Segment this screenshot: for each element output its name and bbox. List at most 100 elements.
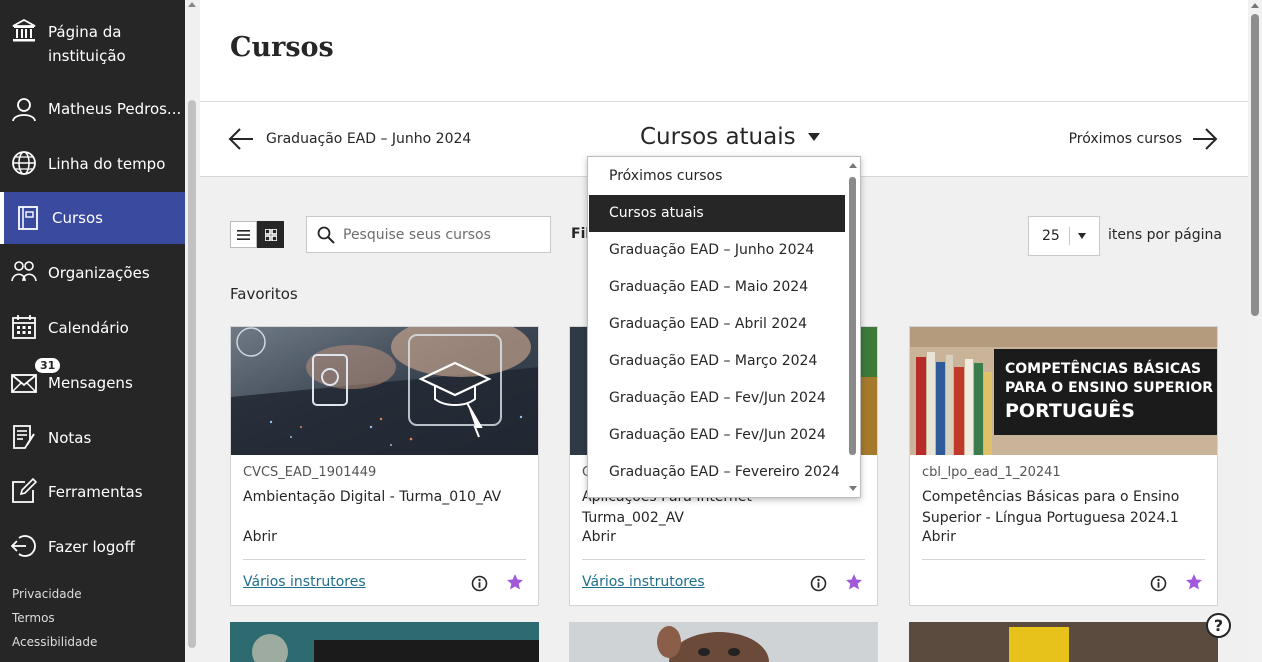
courses-icon — [15, 205, 41, 231]
accessibility-link[interactable]: Acessibilidade — [12, 633, 97, 657]
sidebar-item-messages[interactable]: 31 Mensagens — [0, 355, 185, 410]
dropdown-option[interactable]: Próximos cursos — [589, 158, 845, 195]
scroll-up-arrow-icon[interactable] — [1251, 3, 1259, 8]
course-card[interactable] — [569, 622, 878, 662]
info-icon[interactable] — [1150, 575, 1167, 592]
favorite-star-icon[interactable] — [506, 573, 524, 591]
dropdown-option[interactable]: Graduação EAD – Junho 2024 — [589, 232, 845, 269]
sidebar-item-label: Notas — [48, 429, 92, 447]
sidebar-footer: Privacidade Termos Acessibilidade — [12, 585, 97, 657]
course-card[interactable] — [230, 622, 539, 662]
previous-term-label: Graduação EAD – Junho 2024 — [266, 131, 472, 147]
sidebar-item-label: Ferramentas — [48, 483, 143, 501]
next-term-button[interactable]: Próximos cursos — [1069, 126, 1218, 152]
dropdown-option[interactable]: Graduação EAD – Março 2024 — [589, 343, 845, 380]
scrollbar-thumb[interactable] — [188, 100, 196, 648]
sidebar-item-courses[interactable]: Cursos — [0, 192, 185, 244]
dropdown-option[interactable]: Graduação EAD – Maio 2024 — [589, 269, 845, 306]
instructors-link[interactable]: Vários instrutores — [243, 574, 366, 590]
caret-down-icon — [1078, 233, 1086, 239]
dropdown-option[interactable]: Graduação EAD – Fev/Jun 2024 — [589, 380, 845, 417]
sidebar-item-timeline[interactable]: Linha do tempo — [0, 136, 185, 191]
course-status: Abrir — [243, 529, 277, 545]
course-card[interactable]: COMPETÊNCIAS BÁSICAS PARA O ENSINO SUPER… — [909, 326, 1218, 606]
course-status: Abrir — [922, 529, 956, 545]
favorites-heading: Favoritos — [230, 285, 298, 303]
dropdown-scrollbar[interactable] — [845, 157, 860, 497]
sidebar-item-label: Cursos — [52, 209, 103, 227]
info-icon[interactable] — [810, 575, 827, 592]
page-scrollbar[interactable] — [1248, 0, 1262, 662]
course-code: CVCS_EAD_1901449 — [243, 465, 377, 480]
privacy-link[interactable]: Privacidade — [12, 585, 97, 609]
scroll-up-arrow-icon[interactable] — [849, 163, 857, 168]
sidebar-item-logout[interactable]: Fazer logoff — [0, 519, 185, 574]
institution-icon — [11, 18, 37, 44]
grid-icon — [264, 228, 277, 241]
sidebar-item-institution[interactable]: Página da instituição — [0, 18, 185, 70]
divider — [922, 559, 1205, 560]
next-term-label: Próximos cursos — [1068, 131, 1182, 147]
dropdown-option[interactable]: Cursos atuais — [589, 195, 845, 232]
list-view-button[interactable] — [230, 221, 257, 248]
tools-icon — [11, 478, 37, 504]
divider — [243, 559, 526, 560]
previous-term-button[interactable]: Graduação EAD – Junho 2024 — [228, 126, 471, 152]
sidebar-item-profile[interactable]: Matheus Pedros... — [0, 82, 185, 136]
items-per-page-value: 25 — [1042, 228, 1060, 244]
arrow-right-icon — [1193, 128, 1218, 150]
dropdown-option[interactable]: Graduação EAD – Abril 2024 — [589, 306, 845, 343]
scrollbar-thumb[interactable] — [849, 177, 856, 455]
arrow-left-icon — [228, 128, 253, 150]
dropdown-option[interactable]: Graduação EAD – Fev/Jun 2024 — [589, 417, 845, 454]
page-header: Cursos — [200, 0, 1248, 102]
scroll-up-arrow-icon[interactable] — [188, 2, 196, 7]
sidebar-item-label: Fazer logoff — [48, 538, 135, 556]
select-divider — [1069, 227, 1070, 245]
info-icon[interactable] — [471, 575, 488, 592]
logout-icon — [11, 533, 37, 559]
sidebar-item-label: Calendário — [48, 319, 129, 337]
scroll-down-arrow-icon[interactable] — [849, 486, 857, 491]
course-card[interactable] — [909, 622, 1218, 662]
items-per-page-select[interactable]: 25 — [1028, 216, 1100, 256]
list-icon — [237, 229, 250, 240]
caret-down-icon — [807, 133, 820, 141]
sidebar-item-calendar[interactable]: Calendário — [0, 300, 185, 355]
sidebar: Página da instituição Matheus Pedros... … — [0, 0, 185, 662]
term-select-dropdown[interactable]: Cursos atuais — [640, 124, 820, 150]
banner-line: PARA O ENSINO SUPERIOR — [1005, 380, 1214, 396]
dropdown-option[interactable]: Graduação EAD – Fevereiro 2024 — [589, 454, 845, 491]
sidebar-item-organizations[interactable]: Organizações — [0, 245, 185, 300]
terms-link[interactable]: Termos — [12, 609, 97, 633]
search-icon — [317, 226, 335, 244]
organizations-icon — [11, 259, 37, 285]
grid-view-button[interactable] — [257, 221, 284, 248]
course-search — [306, 216, 551, 253]
banner-line: COMPETÊNCIAS BÁSICAS — [1005, 361, 1202, 377]
favorite-star-icon[interactable] — [1185, 573, 1203, 591]
globe-icon — [11, 150, 37, 176]
course-name[interactable]: Competências Básicas para o Ensino Super… — [922, 487, 1202, 529]
course-card[interactable]: CVCS_EAD_1901449 Ambientação Digital - T… — [230, 326, 539, 606]
sidebar-item-label: Mensagens — [48, 374, 133, 392]
sidebar-item-grades[interactable]: Notas — [0, 410, 185, 464]
instructors-link[interactable]: Vários instrutores — [582, 574, 705, 590]
view-toggle — [230, 221, 284, 248]
course-thumbnail — [231, 327, 538, 455]
help-button[interactable]: ? — [1206, 613, 1231, 638]
sidebar-item-label: Matheus Pedros... — [48, 100, 182, 118]
user-icon — [11, 96, 37, 122]
search-input[interactable] — [343, 226, 543, 243]
banner-line: PORTUGUÊS — [1005, 400, 1135, 422]
course-name[interactable]: Ambientação Digital - Turma_010_AV — [243, 487, 528, 508]
sidebar-item-tools[interactable]: Ferramentas — [0, 464, 185, 519]
course-thumbnail: COMPETÊNCIAS BÁSICAS PARA O ENSINO SUPER… — [910, 327, 1217, 455]
panel-scrollbar[interactable] — [185, 0, 200, 662]
sidebar-item-label: Organizações — [48, 264, 150, 282]
thumbnail-banner: COMPETÊNCIAS BÁSICAS PARA O ENSINO SUPER… — [1005, 360, 1213, 424]
items-per-page-label: itens por página — [1108, 227, 1222, 243]
favorite-star-icon[interactable] — [845, 573, 863, 591]
course-status: Abrir — [582, 529, 616, 545]
scrollbar-thumb[interactable] — [1251, 14, 1259, 316]
